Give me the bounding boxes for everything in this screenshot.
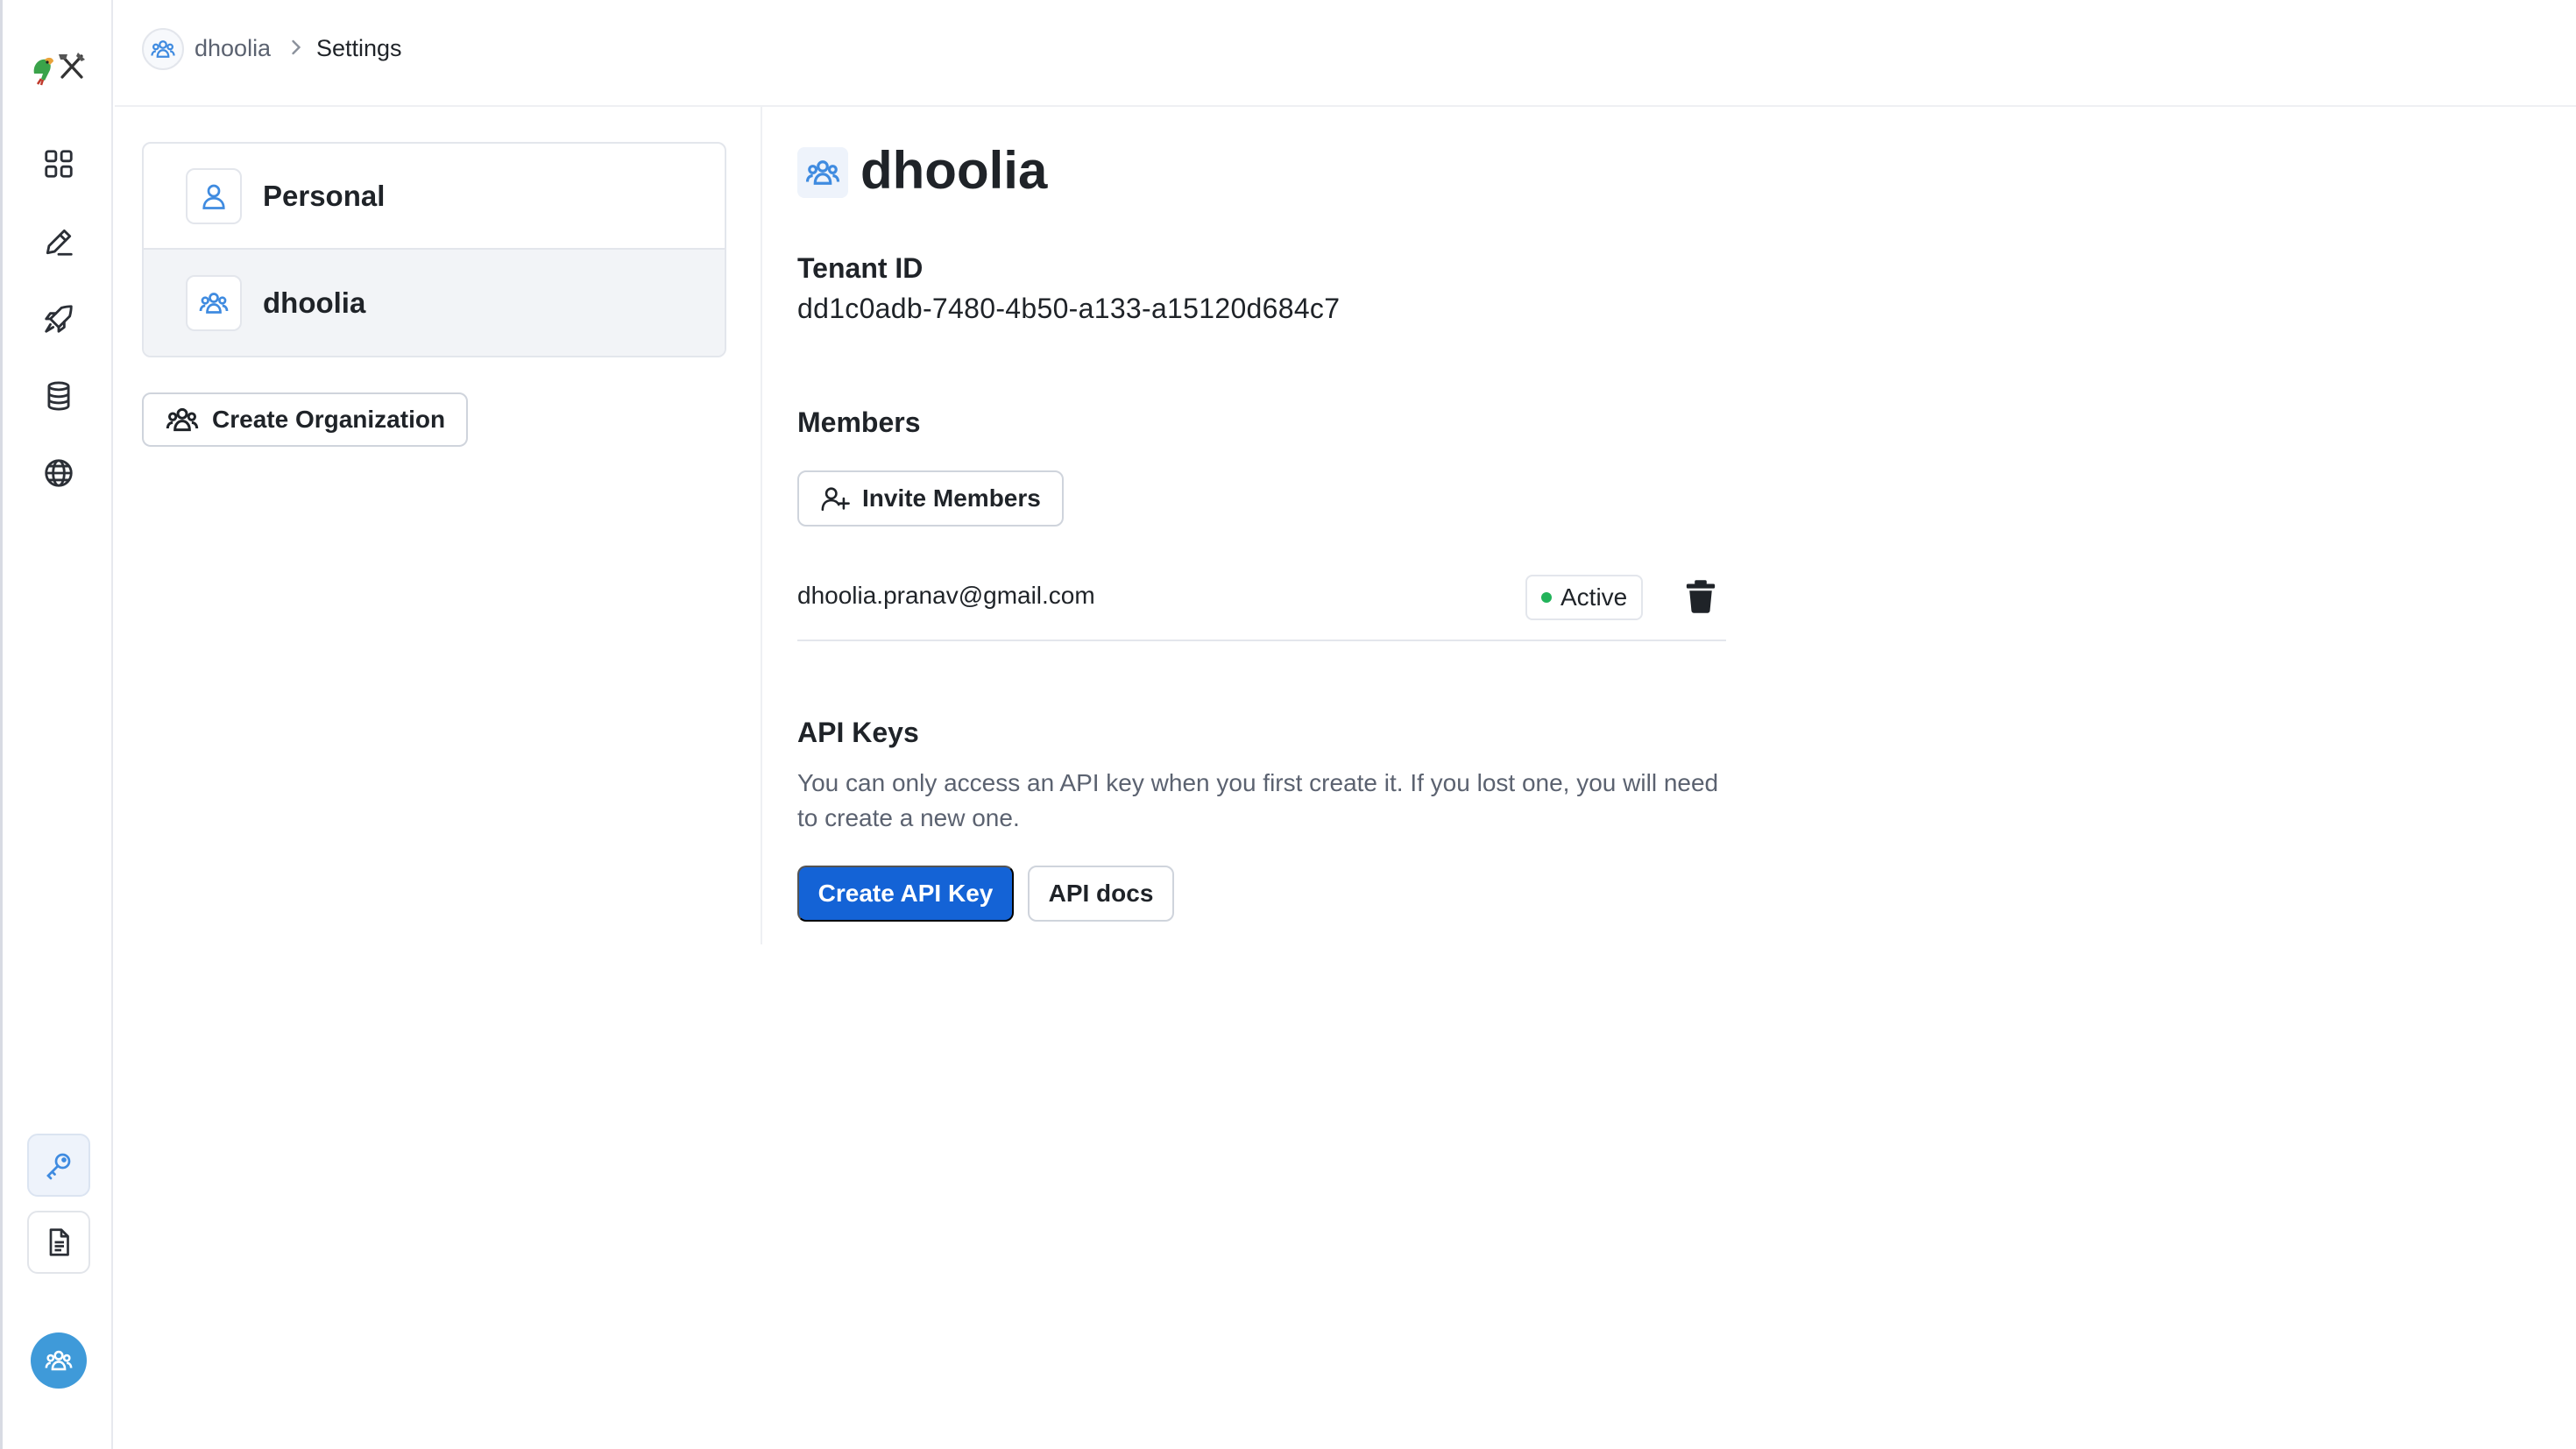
panel-divider xyxy=(761,107,762,944)
document-icon xyxy=(49,1228,69,1256)
nav-database[interactable] xyxy=(34,371,83,421)
team-icon xyxy=(151,40,175,58)
create-organization-label: Create Organization xyxy=(212,406,446,433)
status-dot xyxy=(1541,592,1552,603)
members-label: Members xyxy=(797,406,921,438)
org-item-icon xyxy=(186,167,242,224)
nav-deploy[interactable] xyxy=(34,294,83,343)
status-label: Active xyxy=(1560,583,1628,611)
nav-dashboard[interactable] xyxy=(34,139,83,188)
tenant-id-value: dd1c0adb-7480-4b50-a133-a15120d684c7 xyxy=(797,293,1341,324)
breadcrumb: dhoolia Settings xyxy=(115,0,2576,107)
team-icon xyxy=(166,407,199,432)
org-item-icon xyxy=(186,274,242,331)
org-item-label: Personal xyxy=(263,179,386,212)
member-email: dhoolia.pranav@gmail.com xyxy=(797,582,1095,609)
breadcrumb-org-link[interactable]: dhoolia xyxy=(195,35,271,62)
organization-list: Personal dhoolia xyxy=(142,142,726,357)
breadcrumb-current-page: Settings xyxy=(316,35,402,61)
globe-icon xyxy=(45,459,73,487)
create-organization-button[interactable]: Create Organization xyxy=(142,392,469,447)
invite-members-button[interactable]: Invite Members xyxy=(797,470,1064,527)
org-item-dhoolia[interactable]: dhoolia xyxy=(144,250,725,356)
api-keys-label: API Keys xyxy=(797,717,919,748)
tenant-id-label: Tenant ID xyxy=(797,252,924,284)
trash-icon xyxy=(1686,580,1716,613)
side-rail xyxy=(0,0,113,1449)
dashboard-icon xyxy=(45,150,73,178)
edit-icon xyxy=(46,229,73,256)
remove-member-button[interactable] xyxy=(1682,578,1719,615)
user-plus-icon xyxy=(821,487,850,512)
api-keys-description: You can only access an API key when you … xyxy=(797,769,1719,831)
breadcrumb-org-avatar[interactable] xyxy=(142,28,184,70)
team-icon xyxy=(45,1350,73,1371)
key-icon xyxy=(46,1153,71,1180)
database-icon xyxy=(47,381,70,411)
chevron-right-icon xyxy=(292,39,301,55)
status-badge: Active xyxy=(1525,575,1644,620)
app-logo[interactable] xyxy=(29,46,92,88)
nav-editor[interactable] xyxy=(34,217,83,266)
user-icon xyxy=(202,184,225,209)
invite-members-label: Invite Members xyxy=(862,484,1041,512)
title-org-icon xyxy=(797,147,848,198)
create-api-key-button[interactable]: Create API Key xyxy=(797,866,1014,922)
parrot-tools-logo-icon xyxy=(33,53,85,86)
api-docs-button[interactable]: API docs xyxy=(1028,866,1174,922)
org-item-label: dhoolia xyxy=(263,286,366,319)
nav-api-keys[interactable] xyxy=(27,1134,90,1197)
app-root: dhoolia Settings Personal dhoolia Create… xyxy=(0,0,2576,1449)
team-icon xyxy=(805,160,840,185)
rocket-icon xyxy=(45,305,73,333)
team-icon xyxy=(199,292,229,314)
org-item-personal[interactable]: Personal xyxy=(144,144,725,250)
nav-web[interactable] xyxy=(34,449,83,498)
member-row: dhoolia.pranav@gmail.com Active xyxy=(797,561,1726,641)
nav-docs[interactable] xyxy=(27,1211,90,1274)
page-title: dhoolia xyxy=(860,141,1048,200)
org-avatar[interactable] xyxy=(31,1332,87,1389)
